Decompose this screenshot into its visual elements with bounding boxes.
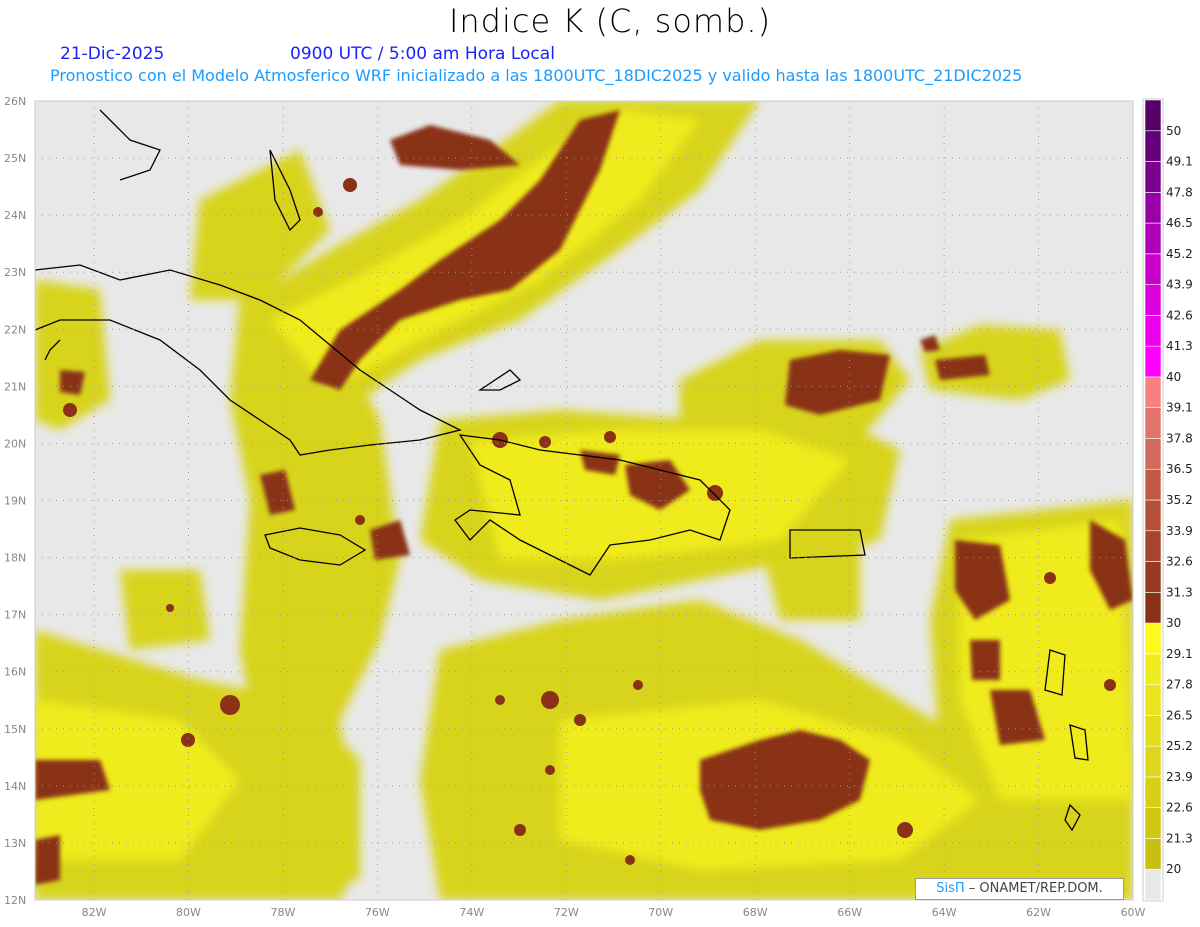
colorbar-label: 29.1 xyxy=(1166,647,1193,661)
colorbar-swatch xyxy=(1144,653,1162,685)
colorbar-label: 20 xyxy=(1166,862,1181,876)
colorbar-label: 50 xyxy=(1166,124,1181,138)
lat-tick-label: 15N xyxy=(4,723,26,736)
colorbar-label: 32.6 xyxy=(1166,555,1193,569)
colorbar-label: 49.1 xyxy=(1166,155,1193,169)
colorbar-swatch xyxy=(1144,684,1162,716)
colorbar-label: 42.6 xyxy=(1166,308,1193,322)
colorbar-swatch xyxy=(1144,407,1162,439)
colorbar-label: 31.3 xyxy=(1166,585,1193,599)
colorbar-swatch xyxy=(1144,284,1162,316)
lon-tick-label: 70W xyxy=(648,906,673,919)
colorbar-swatch xyxy=(1144,438,1162,470)
colorbar-swatch xyxy=(1144,345,1162,378)
colorbar-swatch xyxy=(1144,468,1162,501)
colorbar-label: 39.1 xyxy=(1166,401,1193,415)
colorbar-label: 27.8 xyxy=(1166,678,1193,692)
lat-tick-label: 16N xyxy=(4,666,26,679)
colorbar-swatch xyxy=(1144,161,1162,193)
lat-tick-label: 23N xyxy=(4,266,26,279)
lon-tick-label: 60W xyxy=(1121,906,1146,919)
colorbar-swatch xyxy=(1144,530,1162,562)
colorbar-label: 25.2 xyxy=(1166,739,1193,753)
colorbar-swatch xyxy=(1144,253,1162,285)
lon-tick-label: 66W xyxy=(837,906,862,919)
lon-tick-label: 82W xyxy=(82,906,107,919)
colorbar-swatch xyxy=(1144,499,1162,532)
colorbar-swatch xyxy=(1144,745,1162,778)
colorbar-label: 21.3 xyxy=(1166,831,1193,845)
colorbar-swatch xyxy=(1144,776,1162,808)
colorbar-swatch xyxy=(1144,715,1162,747)
colorbar: 20 21.3 22.6 23.9 25.2 26.5 27.8 29.1 30 31.3 32.6… xyxy=(1142,98,1193,902)
lat-tick-label: 22N xyxy=(4,323,26,336)
colorbar-swatch xyxy=(1144,868,1162,901)
lat-tick-label: 18N xyxy=(4,552,26,565)
colorbar-swatch xyxy=(1144,315,1162,347)
colorbar-label: 22.6 xyxy=(1166,801,1193,815)
colorbar-label: 47.8 xyxy=(1166,185,1193,199)
colorbar-swatch xyxy=(1144,622,1162,655)
colorbar-label: 30 xyxy=(1166,616,1181,630)
colorbar-swatch xyxy=(1144,838,1162,870)
lat-tick-label: 14N xyxy=(4,780,26,793)
lon-tick-label: 62W xyxy=(1026,906,1051,919)
colorbar-label: 36.5 xyxy=(1166,462,1193,476)
colorbar-swatch xyxy=(1144,376,1162,408)
colorbar-label: 35.2 xyxy=(1166,493,1193,507)
colorbar-label: 46.5 xyxy=(1166,216,1193,230)
lat-tick-label: 12N xyxy=(4,894,26,907)
lon-tick-label: 76W xyxy=(365,906,390,919)
lon-tick-label: 64W xyxy=(932,906,957,919)
lon-tick-label: 74W xyxy=(459,906,484,919)
colorbar-swatch xyxy=(1144,130,1162,162)
lat-tick-label: 19N xyxy=(4,495,26,508)
colorbar-label: 33.9 xyxy=(1166,524,1193,538)
lon-tick-label: 72W xyxy=(554,906,579,919)
logo-text: – ONAMET/REP.DOM. xyxy=(968,881,1103,896)
colorbar-swatch xyxy=(1144,807,1162,839)
colorbar-swatch xyxy=(1144,592,1162,624)
colorbar-label: 37.8 xyxy=(1166,431,1193,445)
logo-brand: SisΠ xyxy=(936,881,965,896)
k-index-map: 82W 80W 78W 76W 74W 72W 70W 68W 66W 64W 62W 60W 26N 2… xyxy=(4,95,1193,919)
onamet-logo: SisΠ – ONAMET/REP.DOM. xyxy=(915,878,1124,900)
colorbar-label: 41.3 xyxy=(1166,339,1193,353)
colorbar-label: 26.5 xyxy=(1166,708,1193,722)
lon-tick-label: 68W xyxy=(743,906,768,919)
colorbar-label: 23.9 xyxy=(1166,770,1193,784)
colorbar-swatch xyxy=(1144,561,1162,593)
colorbar-swatch xyxy=(1144,222,1162,255)
colorbar-swatch xyxy=(1144,192,1162,224)
lon-tick-label: 80W xyxy=(176,906,201,919)
lat-tick-label: 24N xyxy=(4,209,26,222)
colorbar-label: 43.9 xyxy=(1166,278,1193,292)
lon-tick-label: 78W xyxy=(270,906,295,919)
colorbar-label: 40 xyxy=(1166,370,1181,384)
colorbar-label: 45.2 xyxy=(1166,247,1193,261)
lat-tick-label: 26N xyxy=(4,95,26,108)
lat-tick-label: 13N xyxy=(4,837,26,850)
lat-tick-label: 20N xyxy=(4,437,26,450)
lat-tick-label: 25N xyxy=(4,152,26,165)
lat-tick-label: 17N xyxy=(4,609,26,622)
colorbar-swatch xyxy=(1144,99,1162,132)
lat-tick-label: 21N xyxy=(4,380,26,393)
